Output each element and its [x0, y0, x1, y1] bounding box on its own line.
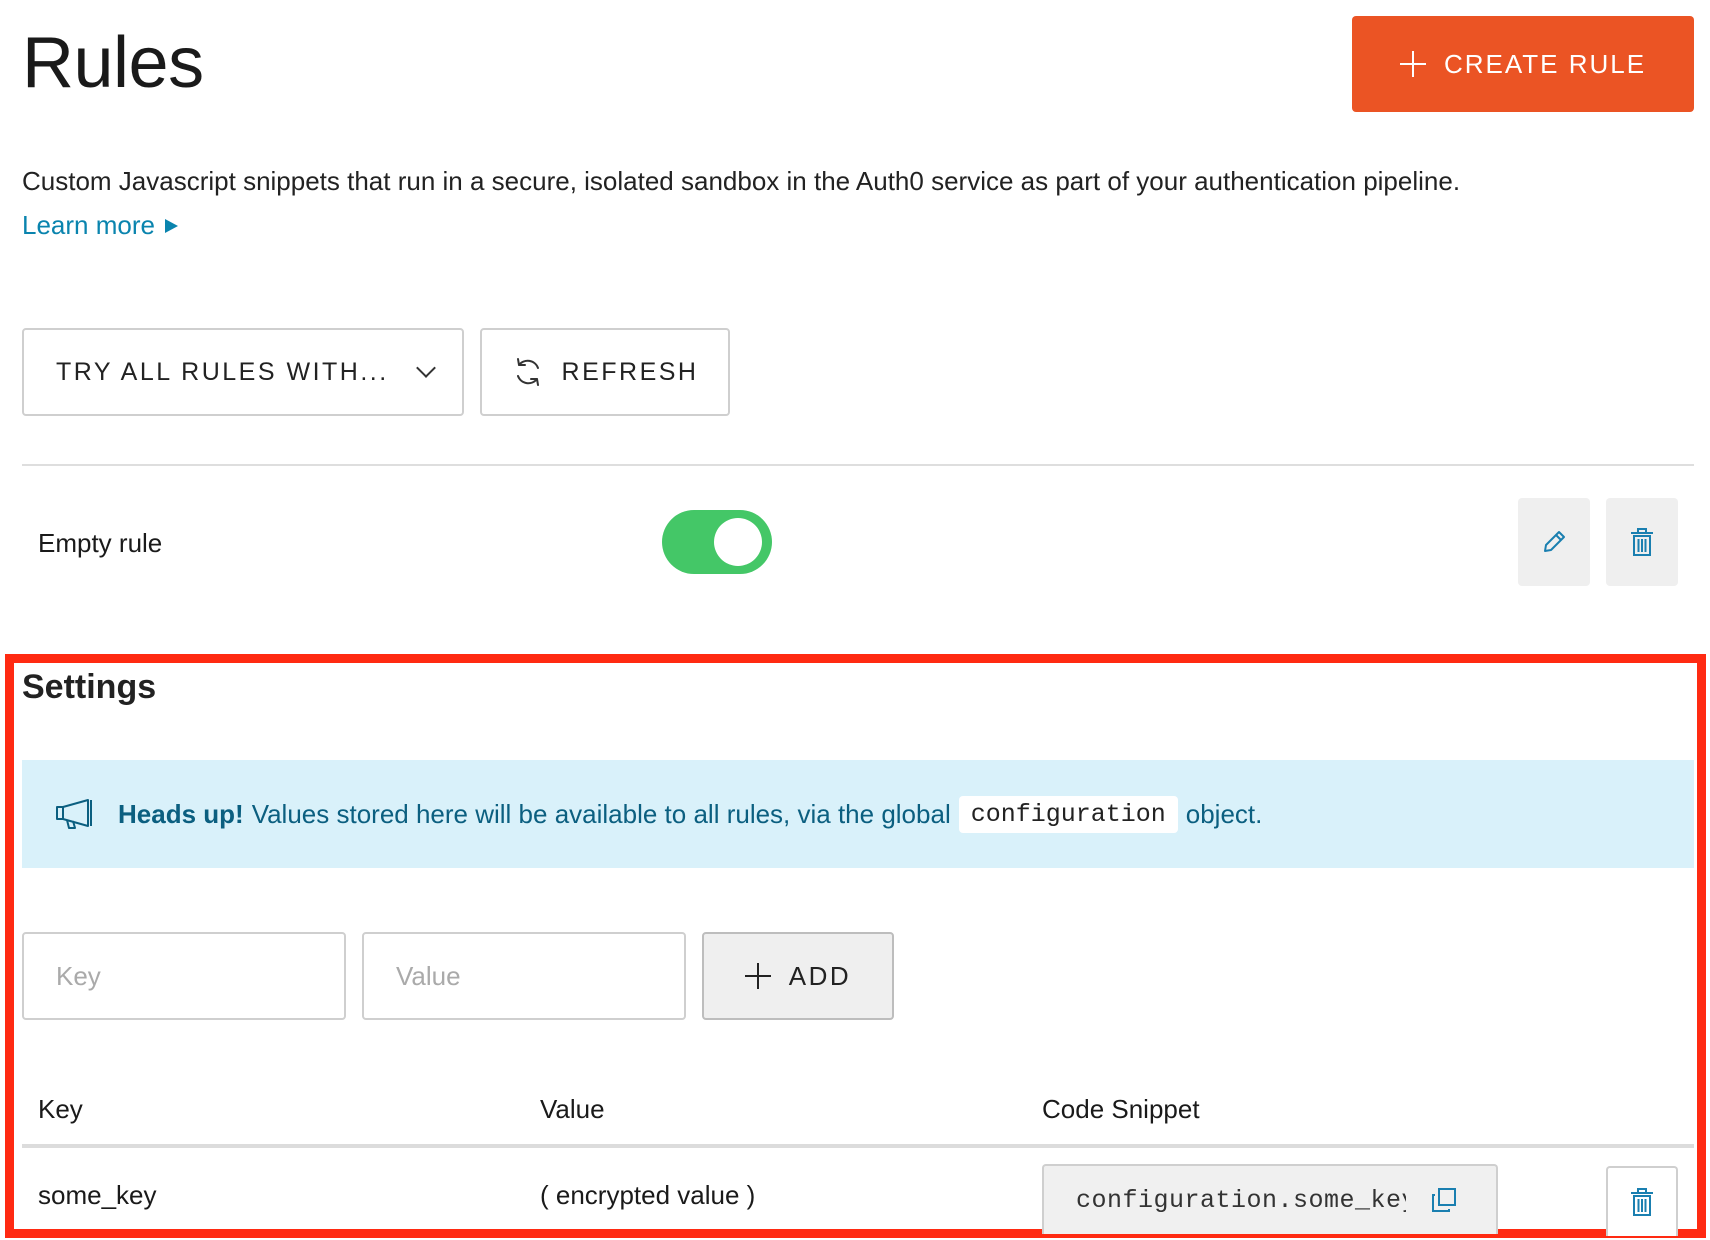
- code-snippet-text: configuration.some_key: [1076, 1185, 1406, 1215]
- column-header-code-snippet: Code Snippet: [1042, 1094, 1200, 1124]
- refresh-icon: [512, 356, 544, 388]
- alert-heading: Heads up!: [118, 798, 244, 829]
- plus-icon: [744, 963, 771, 989]
- value-input[interactable]: [362, 932, 686, 1020]
- settings-title: Settings: [22, 668, 157, 706]
- section-divider: [22, 464, 1694, 466]
- alert-text-end: object.: [1185, 798, 1263, 829]
- try-all-rules-label: TRY ALL RULES WITH...: [56, 357, 389, 386]
- column-header-value: Value: [540, 1094, 605, 1124]
- megaphone-icon: [54, 797, 94, 831]
- learn-more-link[interactable]: Learn more: [22, 210, 178, 241]
- info-alert: Heads up! Values stored here will be ava…: [22, 760, 1694, 868]
- rule-enabled-toggle[interactable]: [662, 510, 772, 574]
- refresh-label: REFRESH: [561, 357, 699, 386]
- toggle-knob: [714, 518, 762, 566]
- pencil-icon: [1540, 528, 1568, 556]
- play-arrow-icon: [164, 218, 178, 233]
- create-rule-label: CREATE RULE: [1443, 48, 1647, 79]
- column-header-key: Key: [38, 1094, 83, 1124]
- plus-icon: [1399, 51, 1426, 77]
- add-label: ADD: [788, 960, 852, 991]
- trash-icon: [1628, 1187, 1656, 1217]
- alert-text: Values stored here will be available to …: [251, 798, 951, 829]
- table-header-divider: [22, 1144, 1694, 1148]
- key-input[interactable]: [22, 932, 346, 1020]
- copy-icon[interactable]: [1430, 1186, 1458, 1214]
- alert-code: configuration: [958, 795, 1178, 833]
- page-title: Rules: [22, 23, 204, 103]
- add-setting-button[interactable]: ADD: [702, 932, 894, 1020]
- learn-more-label: Learn more: [22, 210, 155, 240]
- try-all-rules-dropdown[interactable]: TRY ALL RULES WITH...: [22, 328, 464, 416]
- edit-rule-button[interactable]: [1518, 498, 1590, 586]
- create-rule-button[interactable]: CREATE RULE: [1352, 16, 1694, 112]
- rule-name[interactable]: Empty rule: [38, 528, 162, 559]
- setting-row-value: ( encrypted value ): [540, 1180, 756, 1210]
- chevron-down-icon: [415, 358, 436, 378]
- delete-rule-button[interactable]: [1606, 498, 1678, 586]
- refresh-button[interactable]: REFRESH: [480, 328, 730, 416]
- delete-setting-button[interactable]: [1606, 1166, 1678, 1236]
- trash-icon: [1628, 527, 1656, 557]
- page-description: Custom Javascript snippets that run in a…: [22, 166, 1461, 196]
- code-snippet-box: configuration.some_key: [1042, 1164, 1498, 1234]
- setting-row-key: some_key: [38, 1180, 157, 1210]
